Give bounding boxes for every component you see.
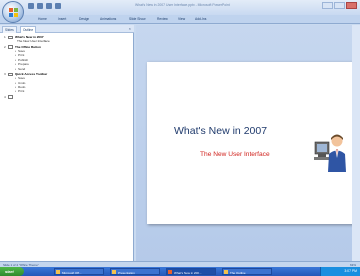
tab-home[interactable]: Home bbox=[38, 17, 47, 21]
tab-design[interactable]: Design bbox=[79, 17, 89, 21]
pane-tabs: Slides Outline × bbox=[0, 25, 134, 33]
redo-icon[interactable] bbox=[46, 3, 52, 9]
outline-text: The New User Interface bbox=[17, 39, 50, 44]
start-label: start bbox=[5, 269, 14, 274]
outline-text: What's New in 2007 bbox=[15, 35, 44, 39]
tab-view[interactable]: View bbox=[178, 17, 185, 21]
outline-text: Prepare bbox=[15, 62, 29, 66]
title-bar: What's New in 2007 User Interface.pptx -… bbox=[0, 0, 360, 15]
system-tray: 3:07 PM bbox=[320, 267, 360, 276]
ribbon-tabs: Home Insert Design Animations Slide Show… bbox=[0, 15, 360, 24]
outline-text: Save bbox=[15, 49, 25, 53]
slide-subtitle[interactable]: The New User Interface bbox=[200, 151, 270, 158]
tab-animations[interactable]: Animations bbox=[100, 17, 116, 21]
outline-text: Redo bbox=[15, 85, 26, 89]
vertical-scrollbar[interactable] bbox=[352, 25, 360, 261]
outline-text: Publish bbox=[15, 58, 28, 62]
close-button[interactable] bbox=[346, 2, 357, 9]
save-icon[interactable] bbox=[28, 3, 34, 9]
person-at-computer-clipart bbox=[314, 134, 346, 172]
close-pane-icon[interactable]: × bbox=[129, 26, 131, 31]
maximize-button[interactable] bbox=[334, 2, 345, 9]
app-icon bbox=[112, 270, 116, 274]
minimize-button[interactable] bbox=[322, 2, 333, 9]
outline-text: Print bbox=[15, 89, 25, 93]
tab-slides[interactable]: Slides bbox=[2, 26, 17, 33]
taskbar-item-whats-new[interactable]: What's New in 200... bbox=[166, 268, 216, 275]
slide-number: 1 bbox=[4, 35, 6, 39]
taskbar-item-office[interactable]: Microsoft Off... bbox=[54, 268, 104, 275]
outline-text: Undo bbox=[15, 81, 26, 85]
start-button[interactable]: start bbox=[0, 267, 24, 276]
slide-canvas[interactable]: What's New in 2007 The New User Interfac… bbox=[147, 62, 360, 224]
outline-bullet[interactable]: The New User Interface bbox=[3, 39, 131, 44]
windows-taskbar: start Microsoft Off... Presentation What… bbox=[0, 267, 360, 276]
app-icon bbox=[56, 270, 60, 274]
slide-title[interactable]: What's New in 2007 bbox=[174, 125, 267, 137]
undo-icon[interactable] bbox=[37, 3, 43, 9]
tab-outline[interactable]: Outline bbox=[20, 26, 37, 33]
quick-access-toolbar bbox=[28, 3, 61, 9]
outline-bullet[interactable]: Send bbox=[3, 67, 131, 72]
slide-icon bbox=[8, 95, 13, 99]
outline-text: Print bbox=[15, 53, 25, 57]
tab-add-ins[interactable]: Add-Ins bbox=[195, 17, 206, 21]
app-icon bbox=[224, 270, 228, 274]
outline-pane: Slides Outline × 1 What's New in 2007 The … bbox=[0, 25, 134, 261]
outline-text: Save bbox=[15, 76, 25, 80]
office-button[interactable] bbox=[2, 1, 24, 23]
outline-bullet[interactable]: Print bbox=[3, 89, 131, 94]
outline-text: Send bbox=[15, 67, 25, 71]
window-title: What's New in 2007 User Interface.pptx -… bbox=[135, 3, 230, 7]
taskbar-item-outline[interactable]: The Outline bbox=[222, 268, 272, 275]
tab-slide-show[interactable]: Slide Show bbox=[129, 17, 146, 21]
window-controls bbox=[322, 2, 357, 9]
slide-number: 4 bbox=[4, 94, 6, 99]
tab-insert[interactable]: Insert bbox=[58, 17, 66, 21]
powerpoint-icon bbox=[168, 270, 172, 274]
tab-review[interactable]: Review bbox=[157, 17, 168, 21]
customize-icon[interactable] bbox=[55, 3, 61, 9]
office-logo-icon bbox=[9, 8, 18, 17]
clock: 3:07 PM bbox=[344, 269, 357, 273]
taskbar-item-presentation[interactable]: Presentation bbox=[110, 268, 160, 275]
outline-slide-heading[interactable]: 4 bbox=[3, 95, 131, 100]
